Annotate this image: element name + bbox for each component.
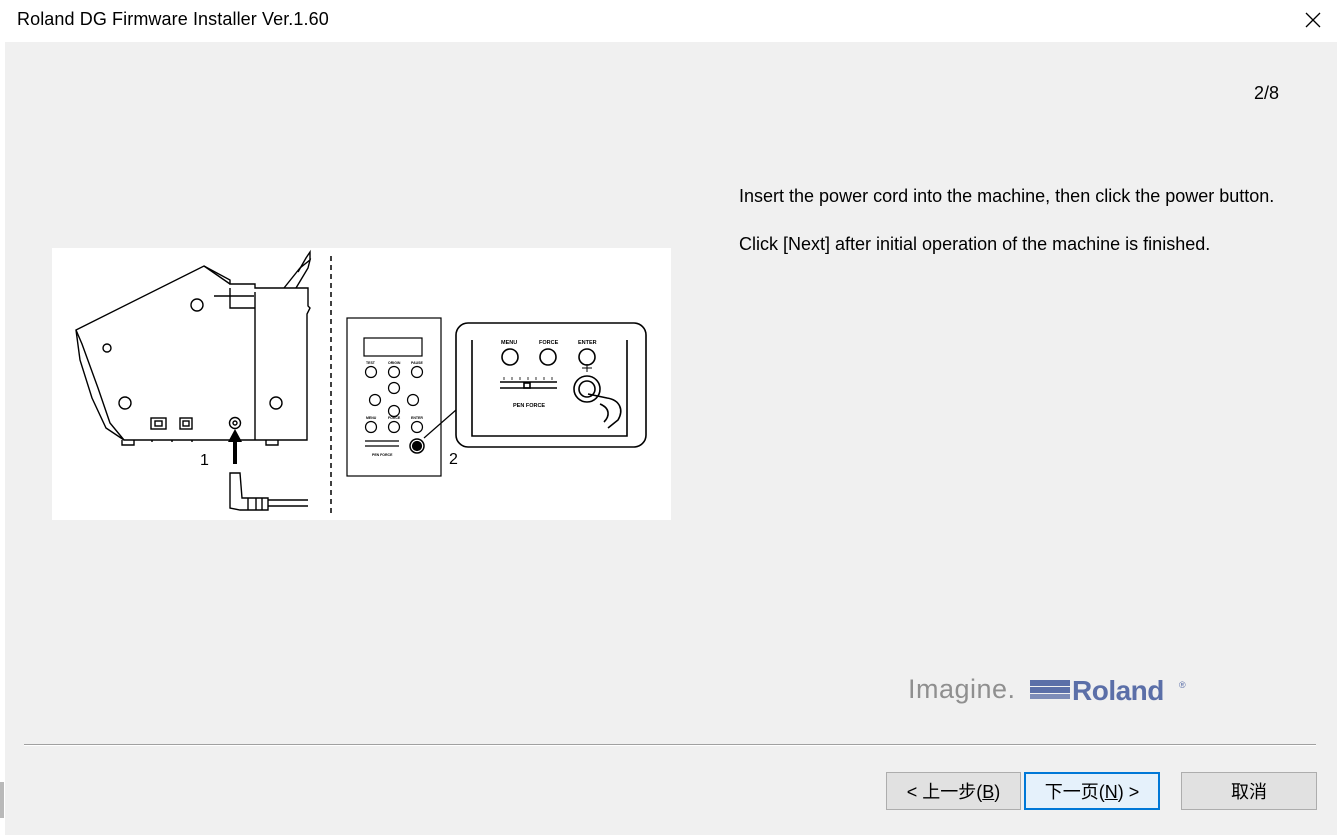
zoom-label-enter: ENTER: [578, 340, 597, 346]
zoom-label-pen-force: PEN FORCE: [513, 403, 545, 409]
instructions: Insert the power cord into the machine, …: [739, 184, 1299, 280]
back-button-label: < 上一步(B): [907, 778, 1001, 804]
cancel-button[interactable]: 取消: [1181, 772, 1317, 810]
machine-illustration: 1 TEST ORIGIN PAUSE MENU FORCE ENTER PEN…: [52, 248, 671, 520]
back-label-suffix: ): [994, 782, 1001, 802]
panel-label-test: TEST: [366, 361, 376, 365]
back-label-prefix: < 上一步(: [906, 782, 983, 802]
panel-label-force: FORCE: [388, 416, 401, 420]
brand-logo-text: Roland: [1072, 675, 1164, 706]
page-counter: 2/8: [1254, 83, 1280, 103]
panel-label-pen-force: PEN FORCE: [372, 453, 393, 457]
zoom-label-force: FORCE: [539, 340, 559, 346]
step-2-label: 2: [449, 451, 458, 468]
next-button[interactable]: 下一页(N) >: [1024, 772, 1160, 810]
machine-body: [75, 265, 311, 441]
next-accelerator: N: [1104, 782, 1118, 802]
back-accelerator: B: [982, 782, 995, 802]
close-icon: [1305, 12, 1321, 28]
next-button-label: 下一页(N) >: [1045, 778, 1140, 804]
machine-diagram: 1 TEST ORIGIN PAUSE MENU FORCE ENTER PEN…: [75, 249, 647, 514]
resize-handle: [0, 782, 4, 818]
window-title: Roland DG Firmware Installer Ver.1.60: [17, 9, 329, 29]
instruction-click-next: Click [Next] after initial operation of …: [739, 234, 1211, 254]
window-left-edge: [0, 0, 5, 835]
zoom-label-menu: MENU: [501, 340, 517, 346]
cancel-button-label: 取消: [1231, 782, 1267, 802]
footer-divider-highlight: [24, 745, 1316, 746]
title-bar: Roland DG Firmware Installer Ver.1.60: [5, 0, 1337, 42]
roland-logo: Imagine. Roland ®: [906, 672, 1196, 712]
close-button[interactable]: [1289, 0, 1337, 40]
installer-window: Roland DG Firmware Installer Ver.1.60 2/…: [0, 0, 1337, 835]
panel-label-pause: PAUSE: [411, 361, 423, 365]
brand-tagline: Imagine.: [908, 674, 1016, 704]
panel-label-enter: ENTER: [411, 416, 423, 420]
instruction-power-cord: Insert the power cord into the machine, …: [739, 186, 1275, 206]
step-1-label: 1: [200, 452, 209, 469]
next-label-prefix: 下一页(: [1044, 782, 1105, 802]
registered-mark: ®: [1179, 680, 1186, 690]
insert-arrow: [228, 429, 242, 464]
next-label-suffix: ) >: [1117, 782, 1140, 802]
back-button[interactable]: < 上一步(B): [886, 772, 1021, 810]
control-panel: [346, 317, 442, 477]
panel-label-origin: ORIGIN: [388, 361, 401, 365]
panel-label-menu: MENU: [366, 416, 377, 420]
